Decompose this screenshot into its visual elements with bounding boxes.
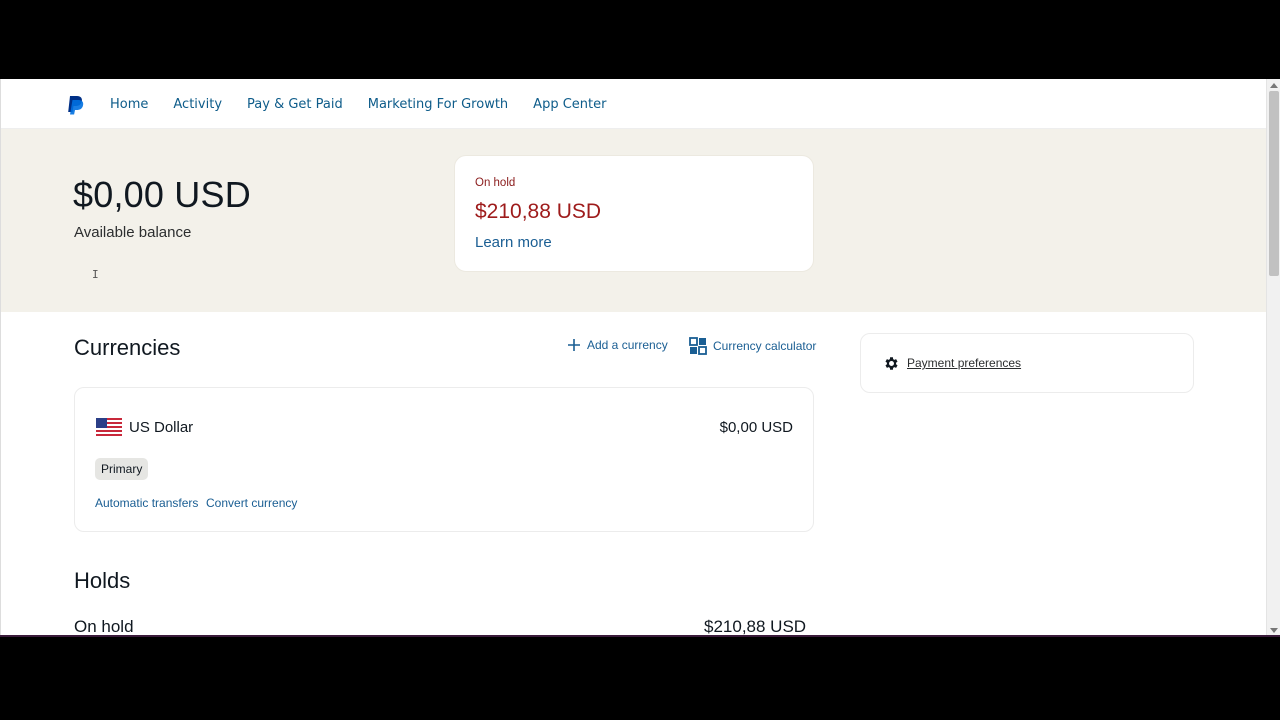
add-currency-label: Add a currency bbox=[587, 338, 668, 352]
on-hold-amount: $210,88 USD bbox=[475, 200, 602, 223]
on-hold-card: On hold $210,88 USD Learn more bbox=[454, 155, 814, 272]
add-currency-link[interactable]: Add a currency bbox=[567, 338, 668, 352]
automatic-transfers-link[interactable]: Automatic transfers bbox=[95, 496, 198, 510]
us-flag-icon bbox=[96, 418, 122, 437]
on-hold-label: On hold bbox=[475, 177, 516, 189]
currency-name: US Dollar bbox=[129, 419, 194, 436]
scroll-thumb[interactable] bbox=[1269, 91, 1279, 276]
nav-pay-get-paid[interactable]: Pay & Get Paid bbox=[247, 97, 343, 112]
text-cursor-icon: I bbox=[92, 268, 99, 281]
scroll-up-arrow-icon[interactable] bbox=[1270, 83, 1278, 88]
nav-app-center[interactable]: App Center bbox=[533, 97, 606, 112]
top-navigation: Home Activity Pay & Get Paid Marketing F… bbox=[1, 79, 1267, 129]
primary-badge: Primary bbox=[95, 458, 149, 480]
nav-marketing-for-growth[interactable]: Marketing For Growth bbox=[368, 97, 508, 112]
currency-calculator-label: Currency calculator bbox=[713, 339, 817, 353]
nav-home[interactable]: Home bbox=[110, 97, 148, 112]
gear-icon bbox=[885, 357, 898, 370]
paypal-logo-icon[interactable] bbox=[66, 95, 84, 115]
currency-calculator-link[interactable]: Currency calculator bbox=[689, 337, 816, 355]
holds-row-label: On hold bbox=[74, 617, 134, 636]
nav-menu: Home Activity Pay & Get Paid Marketing F… bbox=[110, 79, 631, 129]
currency-card-usd[interactable]: US Dollar $0,00 USD Primary Automatic tr… bbox=[74, 387, 814, 532]
window-bottom-edge bbox=[0, 635, 1280, 637]
convert-currency-link[interactable]: Convert currency bbox=[206, 496, 297, 510]
nav-activity[interactable]: Activity bbox=[173, 97, 222, 112]
holds-row-amount: $210,88 USD bbox=[704, 617, 807, 636]
plus-icon bbox=[567, 338, 581, 352]
currency-balance: $0,00 USD bbox=[719, 419, 793, 436]
balance-section: $0,00 USD Available balance I On hold $2… bbox=[1, 129, 1267, 312]
scroll-down-arrow-icon[interactable] bbox=[1270, 628, 1278, 633]
currencies-heading: Currencies bbox=[74, 335, 181, 360]
payment-preferences-card: Payment preferences bbox=[860, 333, 1194, 393]
holds-heading: Holds bbox=[74, 568, 131, 593]
available-balance-amount: $0,00 USD bbox=[73, 174, 251, 215]
available-balance-label: Available balance bbox=[74, 224, 192, 241]
learn-more-link[interactable]: Learn more bbox=[475, 234, 552, 251]
calculator-icon bbox=[689, 337, 707, 355]
vertical-scrollbar[interactable] bbox=[1266, 79, 1280, 637]
browser-viewport: Home Activity Pay & Get Paid Marketing F… bbox=[0, 79, 1280, 637]
payment-preferences-link[interactable]: Payment preferences bbox=[907, 356, 1021, 370]
